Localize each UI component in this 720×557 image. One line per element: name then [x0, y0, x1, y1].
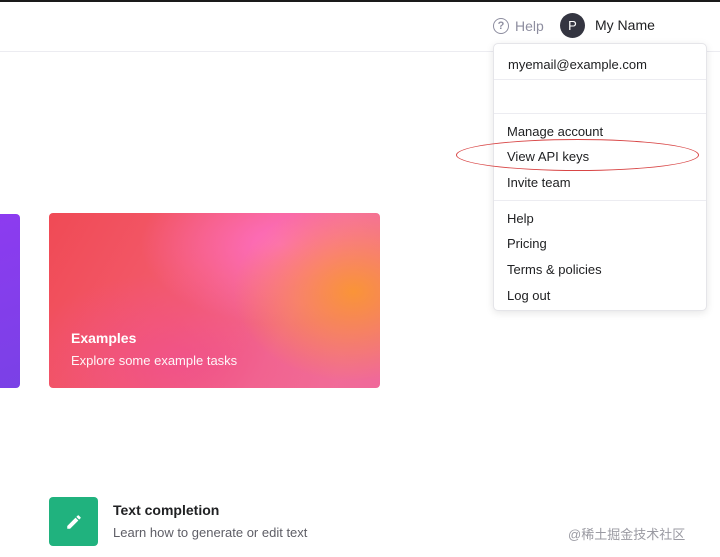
examples-card-subtitle: Explore some example tasks	[71, 353, 238, 368]
help-link[interactable]: ? Help	[493, 16, 544, 36]
avatar: P	[560, 12, 585, 38]
help-label: Help	[515, 18, 544, 34]
text-completion-subtitle: Learn how to generate or edit text	[113, 525, 308, 540]
user-dropdown-menu: myemail@example.com Manage account View …	[493, 43, 707, 311]
menu-item-terms-policies[interactable]: Terms & policies	[507, 262, 602, 277]
watermark: @稀土掘金技术社区	[568, 527, 686, 542]
question-circle-icon: ?	[493, 18, 509, 34]
menu-item-invite-team[interactable]: Invite team	[507, 175, 571, 190]
text-completion-title[interactable]: Text completion	[113, 502, 219, 518]
account-email: myemail@example.com	[494, 44, 706, 80]
user-menu-button[interactable]: P My Name	[560, 12, 655, 38]
purple-card-partial[interactable]	[0, 214, 20, 388]
menu-item-pricing[interactable]: Pricing	[507, 236, 547, 251]
menu-item-help[interactable]: Help	[507, 211, 534, 226]
menu-item-view-api-keys[interactable]: View API keys	[507, 149, 589, 164]
pencil-icon	[66, 514, 81, 529]
menu-blank-row	[494, 81, 706, 114]
examples-card[interactable]: Examples Explore some example tasks	[49, 213, 380, 388]
text-completion-tile[interactable]	[49, 497, 98, 546]
user-name: My Name	[595, 17, 655, 33]
menu-item-log-out[interactable]: Log out	[507, 288, 550, 303]
menu-item-manage-account[interactable]: Manage account	[507, 124, 603, 139]
examples-card-title: Examples	[71, 330, 137, 346]
menu-divider	[494, 200, 706, 201]
